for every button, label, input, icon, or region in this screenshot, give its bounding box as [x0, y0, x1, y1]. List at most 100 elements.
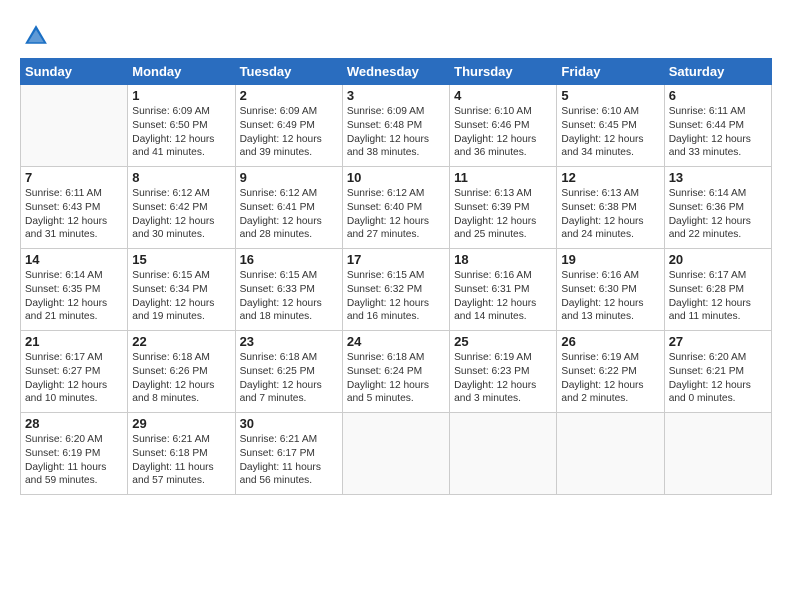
calendar-cell: 28 Sunrise: 6:20 AM Sunset: 6:19 PM Dayli… [21, 413, 128, 495]
day-number: 28 [25, 416, 123, 431]
logo [20, 22, 50, 50]
calendar-header-monday: Monday [128, 59, 235, 85]
day-number: 6 [669, 88, 767, 103]
calendar-cell: 29 Sunrise: 6:21 AM Sunset: 6:18 PM Dayli… [128, 413, 235, 495]
calendar-cell: 5 Sunrise: 6:10 AM Sunset: 6:45 PM Daylig… [557, 85, 664, 167]
day-detail: Sunrise: 6:14 AM Sunset: 6:35 PM Dayligh… [25, 269, 123, 324]
calendar-week-1: 1 Sunrise: 6:09 AM Sunset: 6:50 PM Daylig… [21, 85, 772, 167]
calendar-cell: 18 Sunrise: 6:16 AM Sunset: 6:31 PM Dayli… [450, 249, 557, 331]
day-detail: Sunrise: 6:09 AM Sunset: 6:50 PM Dayligh… [132, 105, 230, 160]
day-number: 9 [240, 170, 338, 185]
day-number: 25 [454, 334, 552, 349]
day-detail: Sunrise: 6:20 AM Sunset: 6:19 PM Dayligh… [25, 433, 123, 488]
calendar-cell: 4 Sunrise: 6:10 AM Sunset: 6:46 PM Daylig… [450, 85, 557, 167]
calendar-cell: 19 Sunrise: 6:16 AM Sunset: 6:30 PM Dayli… [557, 249, 664, 331]
day-number: 8 [132, 170, 230, 185]
calendar-cell [450, 413, 557, 495]
day-number: 16 [240, 252, 338, 267]
calendar-header-thursday: Thursday [450, 59, 557, 85]
calendar-table: SundayMondayTuesdayWednesdayThursdayFrid… [20, 58, 772, 495]
calendar-cell: 21 Sunrise: 6:17 AM Sunset: 6:27 PM Dayli… [21, 331, 128, 413]
day-number: 14 [25, 252, 123, 267]
calendar-cell: 12 Sunrise: 6:13 AM Sunset: 6:38 PM Dayli… [557, 167, 664, 249]
day-number: 30 [240, 416, 338, 431]
day-number: 13 [669, 170, 767, 185]
calendar-cell: 10 Sunrise: 6:12 AM Sunset: 6:40 PM Dayli… [342, 167, 449, 249]
calendar-week-2: 7 Sunrise: 6:11 AM Sunset: 6:43 PM Daylig… [21, 167, 772, 249]
calendar-cell: 25Sunrise: 6:19 AM Sunset: 6:23 PM Dayli… [450, 331, 557, 413]
day-detail: Sunrise: 6:10 AM Sunset: 6:45 PM Dayligh… [561, 105, 659, 160]
logo-icon [22, 22, 50, 50]
calendar-cell: 23 Sunrise: 6:18 AM Sunset: 6:25 PM Dayli… [235, 331, 342, 413]
day-detail: Sunrise: 6:17 AM Sunset: 6:28 PM Dayligh… [669, 269, 767, 324]
day-detail: Sunrise: 6:15 AM Sunset: 6:34 PM Dayligh… [132, 269, 230, 324]
day-number: 15 [132, 252, 230, 267]
day-detail: Sunrise: 6:13 AM Sunset: 6:39 PM Dayligh… [454, 187, 552, 242]
calendar-cell: 16 Sunrise: 6:15 AM Sunset: 6:33 PM Dayli… [235, 249, 342, 331]
day-number: 17 [347, 252, 445, 267]
calendar-header-friday: Friday [557, 59, 664, 85]
day-number: 24 [347, 334, 445, 349]
calendar-week-3: 14 Sunrise: 6:14 AM Sunset: 6:35 PM Dayli… [21, 249, 772, 331]
calendar-cell [557, 413, 664, 495]
day-number: 1 [132, 88, 230, 103]
calendar-cell: 2Sunrise: 6:09 AM Sunset: 6:49 PM Daylig… [235, 85, 342, 167]
day-number: 10 [347, 170, 445, 185]
day-number: 12 [561, 170, 659, 185]
day-detail: Sunrise: 6:12 AM Sunset: 6:41 PM Dayligh… [240, 187, 338, 242]
day-detail: Sunrise: 6:21 AM Sunset: 6:18 PM Dayligh… [132, 433, 230, 488]
calendar-cell: 14 Sunrise: 6:14 AM Sunset: 6:35 PM Dayli… [21, 249, 128, 331]
day-detail: Sunrise: 6:11 AM Sunset: 6:43 PM Dayligh… [25, 187, 123, 242]
calendar-cell: 9 Sunrise: 6:12 AM Sunset: 6:41 PM Daylig… [235, 167, 342, 249]
calendar-cell: 13Sunrise: 6:14 AM Sunset: 6:36 PM Dayli… [664, 167, 771, 249]
calendar-cell [21, 85, 128, 167]
day-number: 4 [454, 88, 552, 103]
day-number: 3 [347, 88, 445, 103]
day-detail: Sunrise: 6:16 AM Sunset: 6:30 PM Dayligh… [561, 269, 659, 324]
day-number: 19 [561, 252, 659, 267]
day-detail: Sunrise: 6:18 AM Sunset: 6:25 PM Dayligh… [240, 351, 338, 406]
day-number: 11 [454, 170, 552, 185]
page-header [20, 18, 772, 50]
calendar-cell: 20 Sunrise: 6:17 AM Sunset: 6:28 PM Dayli… [664, 249, 771, 331]
day-detail: Sunrise: 6:16 AM Sunset: 6:31 PM Dayligh… [454, 269, 552, 324]
calendar-cell: 17 Sunrise: 6:15 AM Sunset: 6:32 PM Dayli… [342, 249, 449, 331]
calendar-cell: 24 Sunrise: 6:18 AM Sunset: 6:24 PM Dayli… [342, 331, 449, 413]
calendar-cell: 11 Sunrise: 6:13 AM Sunset: 6:39 PM Dayli… [450, 167, 557, 249]
calendar-cell: 30Sunrise: 6:21 AM Sunset: 6:17 PM Dayli… [235, 413, 342, 495]
day-number: 26 [561, 334, 659, 349]
day-number: 18 [454, 252, 552, 267]
calendar-cell: 8Sunrise: 6:12 AM Sunset: 6:42 PM Daylig… [128, 167, 235, 249]
day-number: 21 [25, 334, 123, 349]
day-detail: Sunrise: 6:09 AM Sunset: 6:48 PM Dayligh… [347, 105, 445, 160]
day-detail: Sunrise: 6:12 AM Sunset: 6:40 PM Dayligh… [347, 187, 445, 242]
day-detail: Sunrise: 6:10 AM Sunset: 6:46 PM Dayligh… [454, 105, 552, 160]
day-number: 7 [25, 170, 123, 185]
day-detail: Sunrise: 6:11 AM Sunset: 6:44 PM Dayligh… [669, 105, 767, 160]
day-detail: Sunrise: 6:19 AM Sunset: 6:22 PM Dayligh… [561, 351, 659, 406]
day-number: 20 [669, 252, 767, 267]
calendar-header-wednesday: Wednesday [342, 59, 449, 85]
calendar-header-saturday: Saturday [664, 59, 771, 85]
day-number: 2 [240, 88, 338, 103]
calendar-cell: 3 Sunrise: 6:09 AM Sunset: 6:48 PM Daylig… [342, 85, 449, 167]
day-number: 5 [561, 88, 659, 103]
day-detail: Sunrise: 6:15 AM Sunset: 6:33 PM Dayligh… [240, 269, 338, 324]
day-number: 29 [132, 416, 230, 431]
calendar-cell [342, 413, 449, 495]
calendar-cell: 26 Sunrise: 6:19 AM Sunset: 6:22 PM Dayli… [557, 331, 664, 413]
day-number: 23 [240, 334, 338, 349]
day-detail: Sunrise: 6:18 AM Sunset: 6:26 PM Dayligh… [132, 351, 230, 406]
day-detail: Sunrise: 6:15 AM Sunset: 6:32 PM Dayligh… [347, 269, 445, 324]
day-detail: Sunrise: 6:17 AM Sunset: 6:27 PM Dayligh… [25, 351, 123, 406]
calendar-cell: 7 Sunrise: 6:11 AM Sunset: 6:43 PM Daylig… [21, 167, 128, 249]
day-detail: Sunrise: 6:18 AM Sunset: 6:24 PM Dayligh… [347, 351, 445, 406]
calendar-header-sunday: Sunday [21, 59, 128, 85]
calendar-week-4: 21 Sunrise: 6:17 AM Sunset: 6:27 PM Dayli… [21, 331, 772, 413]
calendar-cell: 15 Sunrise: 6:15 AM Sunset: 6:34 PM Dayli… [128, 249, 235, 331]
day-detail: Sunrise: 6:13 AM Sunset: 6:38 PM Dayligh… [561, 187, 659, 242]
day-number: 27 [669, 334, 767, 349]
day-detail: Sunrise: 6:20 AM Sunset: 6:21 PM Dayligh… [669, 351, 767, 406]
day-number: 22 [132, 334, 230, 349]
calendar-cell: 27 Sunrise: 6:20 AM Sunset: 6:21 PM Dayli… [664, 331, 771, 413]
